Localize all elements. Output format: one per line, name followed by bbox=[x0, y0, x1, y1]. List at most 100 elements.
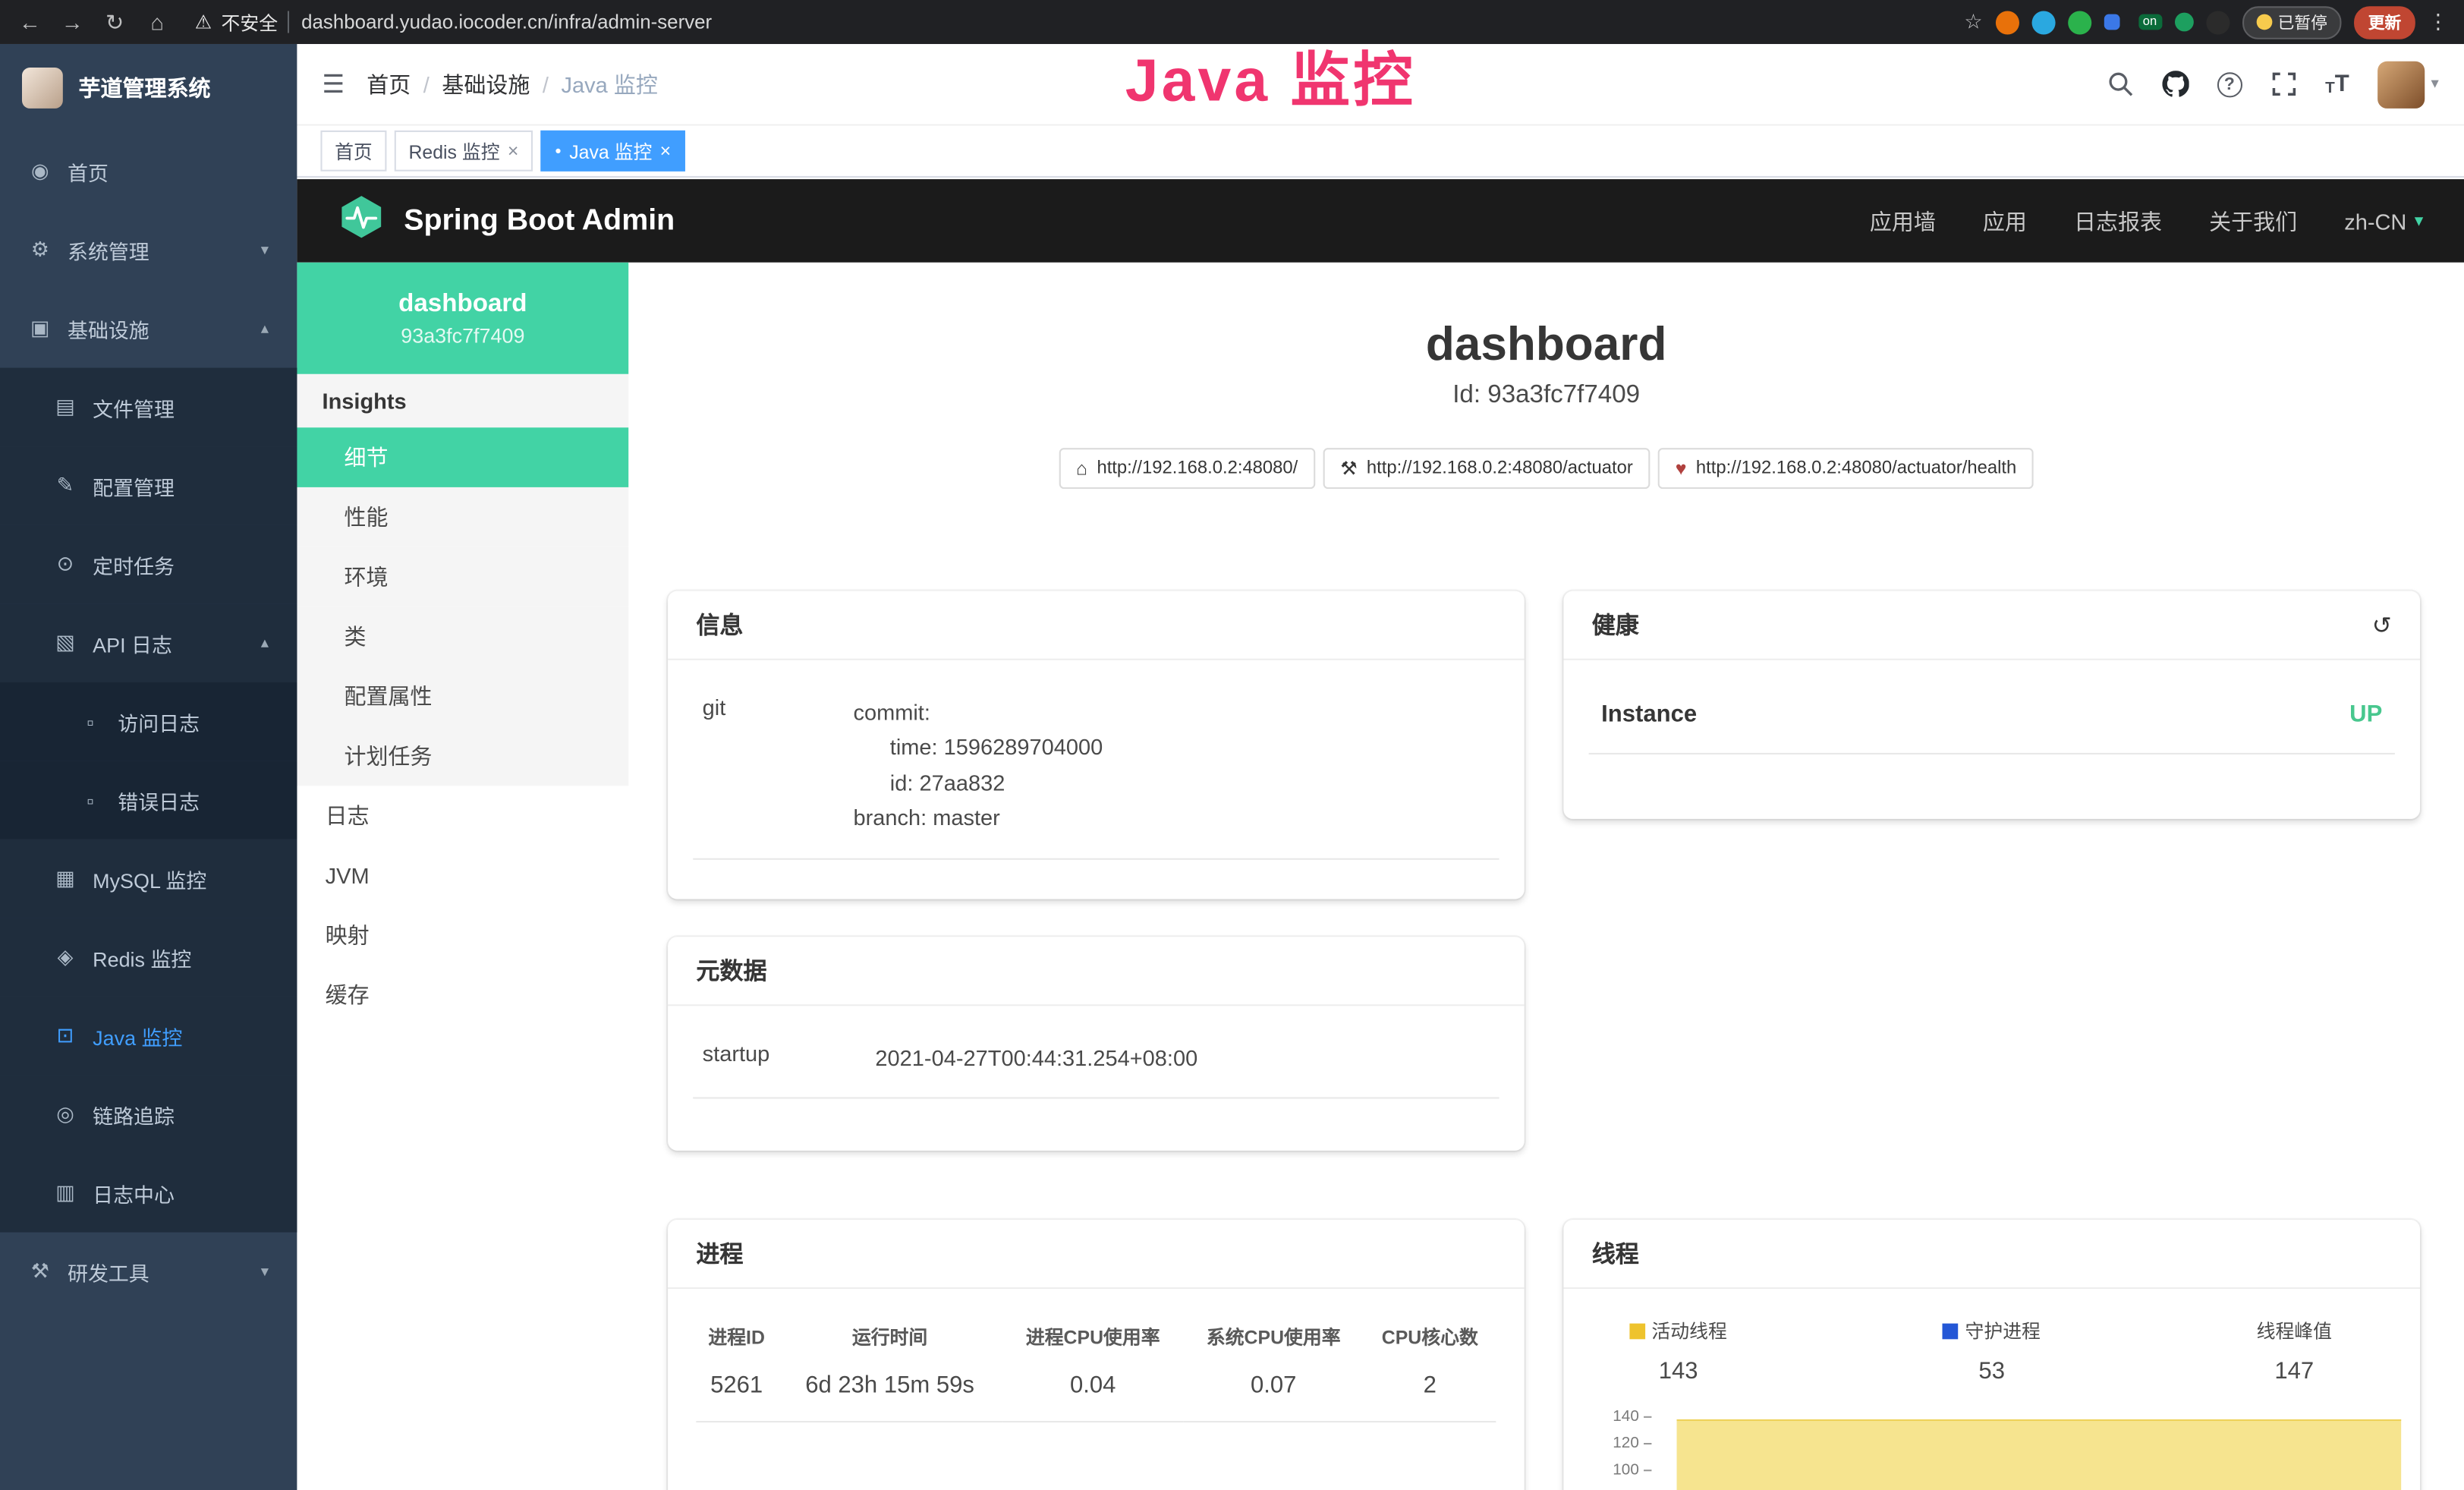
sidebar-item-api-logs[interactable]: ▧ API 日志 ▴ bbox=[0, 603, 297, 682]
sidebar-item-error-logs[interactable]: ▫ 错误日志 bbox=[0, 761, 297, 840]
legend-value: 147 bbox=[2274, 1358, 2314, 1384]
close-icon[interactable]: × bbox=[508, 140, 519, 162]
caret-down-icon: ▾ bbox=[2431, 75, 2438, 93]
doc-icon: ▫ bbox=[79, 710, 102, 733]
main-column: ☰ 首页 / 基础设施 / Java 监控 ? bbox=[297, 44, 2464, 1490]
user-avatar[interactable]: ▾ bbox=[2377, 61, 2439, 108]
sidebar-item-java-monitor[interactable]: ⊡ Java 监控 bbox=[0, 997, 297, 1076]
sba-nav-about[interactable]: 关于我们 bbox=[2209, 205, 2297, 236]
back-icon[interactable]: ← bbox=[16, 9, 44, 34]
sba-nav-applications[interactable]: 应用 bbox=[1983, 205, 2027, 236]
sba-item-logs[interactable]: 日志 bbox=[297, 786, 628, 846]
tab-java-monitor[interactable]: ● Java 监控 × bbox=[540, 131, 684, 172]
search-icon[interactable] bbox=[2107, 71, 2133, 97]
gear-icon: ⚙ bbox=[28, 238, 52, 263]
github-icon[interactable] bbox=[2162, 71, 2189, 97]
home-icon[interactable]: ⌂ bbox=[143, 9, 171, 34]
sidebar-item-label: 配置管理 bbox=[93, 471, 175, 500]
sba-nav-wall[interactable]: 应用墙 bbox=[1870, 205, 1936, 236]
infrastructure-icon: ▣ bbox=[28, 316, 52, 341]
sidebar-item-file-management[interactable]: ▤ 文件管理 bbox=[0, 368, 297, 447]
instance-id: 93a3fc7f7409 bbox=[401, 323, 524, 347]
bookmark-star-icon[interactable]: ☆ bbox=[1964, 9, 1982, 34]
sidebar-item-config-management[interactable]: ✎ 配置管理 bbox=[0, 446, 297, 525]
sba-nav-journal[interactable]: 日志报表 bbox=[2074, 205, 2162, 236]
sidebar-item-home[interactable]: ◉ 首页 bbox=[0, 132, 297, 211]
breadcrumb-infrastructure[interactable]: 基础设施 bbox=[442, 68, 530, 99]
extension-icon-orange[interactable] bbox=[1995, 10, 2019, 33]
reload-icon[interactable]: ↻ bbox=[101, 8, 129, 35]
y-tick: 140 bbox=[1611, 1408, 1652, 1425]
info-card: 信息 git commit: time: 1596289704000 id: 2… bbox=[668, 591, 1525, 899]
legend-value: 143 bbox=[1659, 1358, 1698, 1384]
extension-icon-drop[interactable] bbox=[2031, 10, 2055, 33]
java-monitor-icon: ⊡ bbox=[53, 1023, 77, 1048]
close-icon[interactable]: × bbox=[660, 140, 672, 162]
sba-item-jvm[interactable]: JVM bbox=[297, 846, 628, 906]
sidebar-item-label: 首页 bbox=[68, 156, 109, 186]
sba-item-caches[interactable]: 缓存 bbox=[297, 965, 628, 1025]
tab-label: Java 监控 bbox=[569, 137, 652, 164]
process-card: 进程 进程ID 运行时间 进程CPU使用率 系统CPU使用率 CPU核心数 bbox=[668, 1220, 1525, 1490]
extension-icon-green[interactable] bbox=[2067, 10, 2091, 33]
service-url: http://192.168.0.2:48080/ bbox=[1097, 459, 1298, 478]
history-icon[interactable]: ↺ bbox=[2372, 611, 2392, 639]
extension-icon-grid[interactable] bbox=[2104, 14, 2119, 30]
sba-item-config-props[interactable]: 配置属性 bbox=[297, 666, 628, 726]
sba-item-scheduled-tasks[interactable]: 计划任务 bbox=[297, 726, 628, 786]
sba-locale-select[interactable]: zh-CN ▾ bbox=[2344, 208, 2423, 233]
sba-item-environment[interactable]: 环境 bbox=[297, 547, 628, 607]
extension-icon-dark[interactable] bbox=[2205, 10, 2229, 33]
process-values-row: 5261 6d 23h 15m 59s 0.04 0.07 2 bbox=[696, 1359, 1496, 1422]
process-table: 进程ID 运行时间 进程CPU使用率 系统CPU使用率 CPU核心数 5261 … bbox=[696, 1314, 1496, 1422]
update-button[interactable]: 更新 bbox=[2354, 5, 2415, 38]
font-size-icon[interactable]: TT bbox=[2325, 71, 2349, 97]
url-text: dashboard.yudao.iocoder.cn/infra/admin-s… bbox=[288, 11, 713, 33]
health-url-button[interactable]: ♥ http://192.168.0.2:48080/actuator/heal… bbox=[1658, 448, 2034, 489]
sidebar-item-system-management[interactable]: ⚙ 系统管理 ▾ bbox=[0, 210, 297, 289]
tab-redis-monitor[interactable]: Redis 监控 × bbox=[395, 131, 533, 172]
service-url-button[interactable]: ⌂ http://192.168.0.2:48080/ bbox=[1059, 448, 1315, 489]
legend-daemon-threads: 守护进程 53 bbox=[1943, 1317, 2041, 1384]
sba-instance-header[interactable]: dashboard 93a3fc7f7409 bbox=[297, 263, 628, 374]
sidebar-item-log-center[interactable]: ▥ 日志中心 bbox=[0, 1154, 297, 1233]
browser-menu-icon[interactable]: ⋮ bbox=[2428, 9, 2448, 34]
y-tick: 100 bbox=[1611, 1462, 1652, 1479]
process-header-uptime: 运行时间 bbox=[777, 1314, 1002, 1359]
paused-badge[interactable]: 已暂停 bbox=[2242, 5, 2341, 38]
extension-icon-leaf[interactable] bbox=[2174, 13, 2193, 32]
tab-home[interactable]: 首页 bbox=[320, 131, 386, 172]
sba-locale-value: zh-CN bbox=[2344, 208, 2406, 233]
address-bar[interactable]: ⚠ 不安全 dashboard.yudao.iocoder.cn/infra/a… bbox=[195, 8, 712, 35]
sba-item-mappings[interactable]: 映射 bbox=[297, 906, 628, 966]
sidebar-item-label: 错误日志 bbox=[118, 785, 200, 814]
system-cpu: 0.07 bbox=[1183, 1359, 1364, 1422]
sidebar-item-dev-tools[interactable]: ⚒ 研发工具 ▾ bbox=[0, 1233, 297, 1312]
sidebar-item-trace[interactable]: ◎ 链路追踪 bbox=[0, 1075, 297, 1154]
hamburger-icon[interactable]: ☰ bbox=[323, 68, 345, 99]
sidebar-item-label: 系统管理 bbox=[68, 235, 149, 265]
timer-icon: ⊙ bbox=[53, 552, 77, 577]
sidebar-item-access-logs[interactable]: ▫ 访问日志 bbox=[0, 682, 297, 761]
extension-icon-switch-on[interactable]: on bbox=[2138, 14, 2162, 30]
actuator-url-button[interactable]: ⚒ http://192.168.0.2:48080/actuator bbox=[1323, 448, 1650, 489]
help-icon[interactable]: ? bbox=[2217, 71, 2242, 96]
app-logo bbox=[22, 68, 63, 109]
sba-item-classes[interactable]: 类 bbox=[297, 606, 628, 666]
forward-icon[interactable]: → bbox=[58, 9, 87, 34]
tab-label: 首页 bbox=[335, 137, 373, 164]
sidebar-item-label: 文件管理 bbox=[93, 392, 175, 422]
font-size-small: T bbox=[2325, 80, 2335, 98]
sidebar-item-scheduled-tasks[interactable]: ⊙ 定时任务 bbox=[0, 525, 297, 604]
sidebar-item-infrastructure[interactable]: ▣ 基础设施 ▴ bbox=[0, 289, 297, 368]
sidebar-item-mysql-monitor[interactable]: ▦ MySQL 监控 bbox=[0, 840, 297, 918]
sidebar-item-redis-monitor[interactable]: ◈ Redis 监控 bbox=[0, 918, 297, 997]
admin-sidebar: 芋道管理系统 ◉ 首页 ⚙ 系统管理 ▾ ▣ 基础设施 ▴ ▤ 文件管理 ✎ 配… bbox=[0, 44, 297, 1490]
chevron-up-icon: ▴ bbox=[261, 320, 269, 337]
fullscreen-icon[interactable] bbox=[2270, 71, 2297, 97]
sba-content: dashboard Id: 93a3fc7f7409 ⌂ http://192.… bbox=[628, 263, 2464, 1490]
sba-item-details[interactable]: 细节 bbox=[297, 427, 628, 487]
tools-icon: ⚒ bbox=[28, 1259, 52, 1284]
breadcrumb-home[interactable]: 首页 bbox=[367, 68, 411, 99]
sba-item-metrics[interactable]: 性能 bbox=[297, 487, 628, 547]
